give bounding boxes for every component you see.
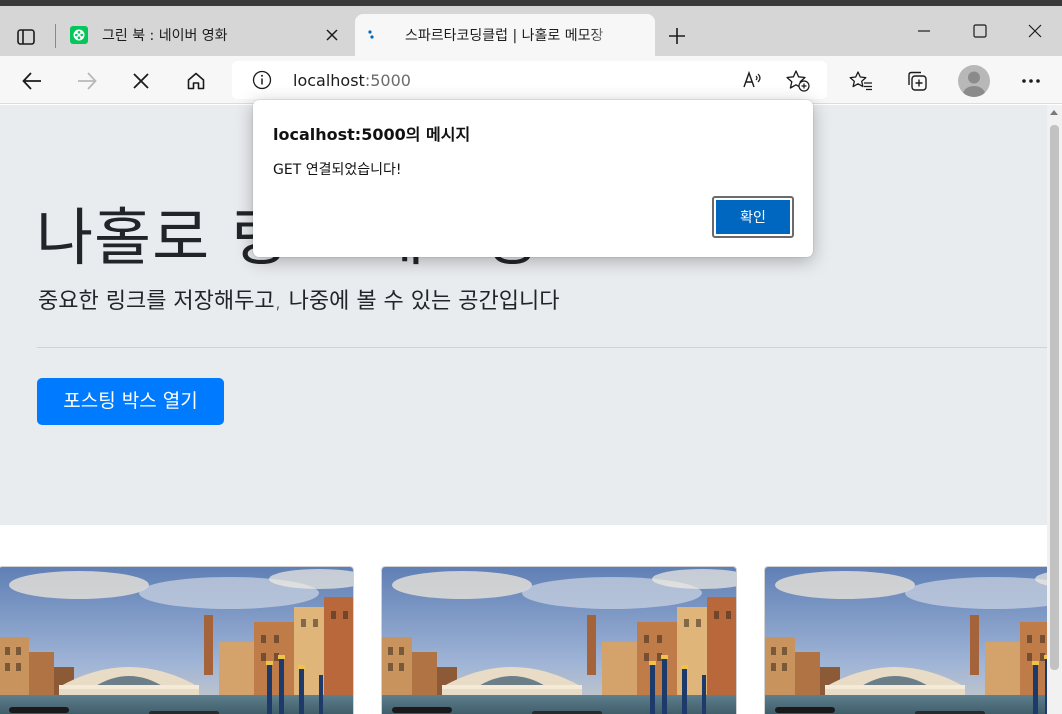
add-favorite-icon[interactable] [785, 69, 811, 93]
alert-dialog: localhost:5000의 메시지 GET 연결되었습니다! 확인 [253, 100, 813, 257]
tab-separator [55, 24, 56, 48]
close-icon [326, 29, 338, 41]
forward-button[interactable] [70, 64, 104, 98]
new-tab-button[interactable] [663, 22, 691, 50]
browser-toolbar: localhost:5000 [0, 56, 1062, 104]
open-posting-box-button[interactable]: 포스팅 박스 열기 [37, 378, 224, 425]
address-bar[interactable]: localhost:5000 [232, 61, 827, 99]
window-close-button[interactable] [1008, 14, 1062, 48]
collections-icon [908, 71, 927, 91]
venice-canal-image [382, 567, 736, 714]
alert-message: GET 연결되었습니다! [273, 162, 402, 178]
scroll-up-arrow-icon[interactable] [1050, 110, 1058, 115]
naver-movie-icon [70, 26, 88, 44]
url-port: :5000 [364, 71, 411, 90]
tab-title: 그린 북 : 네이버 영화 [102, 28, 228, 44]
close-icon [133, 73, 149, 89]
tab-close-button[interactable] [318, 21, 346, 49]
home-icon [187, 72, 205, 90]
profile-avatar[interactable] [958, 65, 990, 97]
close-icon [1028, 24, 1042, 38]
card-image[interactable] [381, 566, 737, 714]
collections-button[interactable] [900, 64, 934, 98]
venice-canal-image [765, 567, 1047, 714]
taskbar-edge [0, 0, 1062, 6]
maximize-button[interactable] [952, 14, 1008, 48]
scroll-thumb[interactable] [1050, 125, 1059, 670]
tab-actions-button[interactable] [14, 25, 38, 49]
tab-naver-movie[interactable]: 그린 북 : 네이버 영화 [60, 14, 352, 56]
favorites-list-icon [849, 71, 872, 91]
minimize-icon [918, 30, 930, 32]
card-image[interactable] [0, 566, 354, 714]
settings-more-button[interactable] [1014, 64, 1048, 98]
card-image[interactable] [764, 566, 1047, 714]
arrow-left-icon [22, 72, 41, 90]
minimize-button[interactable] [896, 14, 952, 48]
info-icon[interactable] [252, 70, 272, 90]
favorites-button[interactable] [844, 64, 878, 98]
tab-title: 스파르타코딩클럽 | 나홀로 메모장 [405, 28, 604, 44]
venice-canal-image [0, 567, 353, 714]
page-scrollbar[interactable] [1047, 105, 1062, 714]
tab-strip: 그린 북 : 네이버 영화 스파르타코딩클럽 | 나홀로 메모장 [0, 0, 1062, 56]
plus-icon [669, 28, 685, 44]
back-button[interactable] [15, 64, 49, 98]
arrow-right-icon [78, 72, 97, 90]
more-horizontal-icon [1022, 79, 1040, 83]
tab-sparta-memo[interactable]: 스파르타코딩클럽 | 나홀로 메모장 [355, 14, 655, 56]
loading-spinner-icon [365, 26, 383, 44]
vertical-tabs-icon [17, 29, 35, 45]
alert-ok-button[interactable]: 확인 [712, 196, 794, 238]
read-aloud-icon[interactable] [742, 69, 764, 91]
divider [37, 347, 1047, 348]
url-host: localhost [293, 71, 365, 90]
home-button[interactable] [179, 64, 213, 98]
user-icon [963, 71, 985, 97]
page-subtitle: 중요한 링크를 저장해두고, 나중에 볼 수 있는 공간입니다 [38, 289, 560, 314]
maximize-icon [973, 24, 987, 38]
url-text[interactable]: localhost:5000 [293, 71, 411, 90]
alert-title: localhost:5000의 메시지 [273, 125, 471, 144]
stop-loading-button[interactable] [124, 64, 158, 98]
